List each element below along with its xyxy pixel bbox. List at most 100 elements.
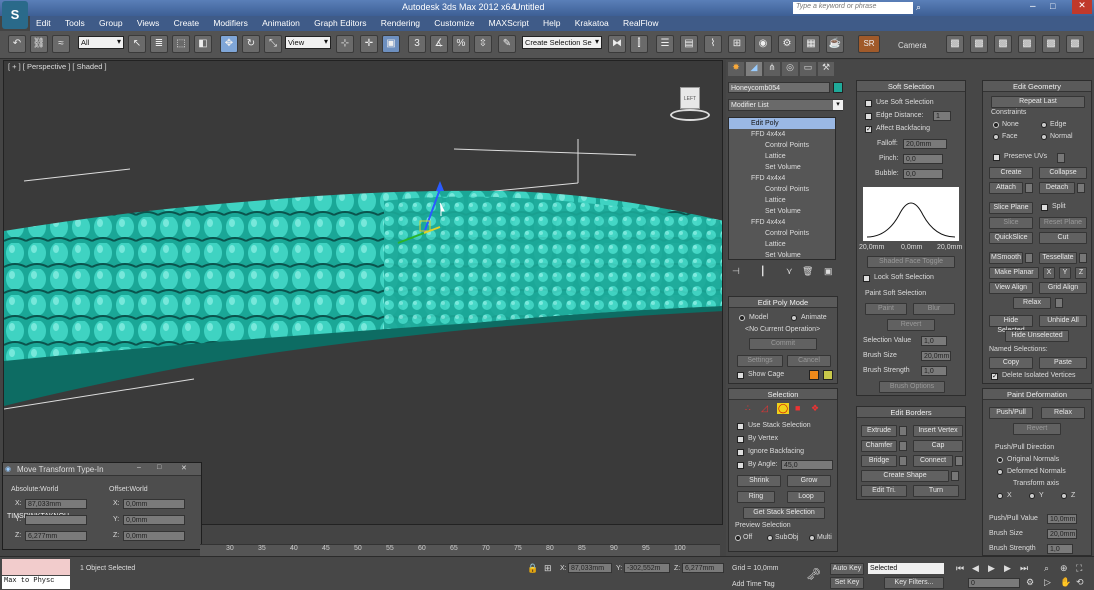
preserve-uvs-checkbox[interactable]: [993, 154, 1000, 161]
sr-button[interactable]: SR: [858, 35, 880, 53]
brush-strength-field[interactable]: 1,0: [921, 366, 947, 376]
menu-maxscript[interactable]: MAXScript: [483, 16, 535, 28]
copy-button[interactable]: Copy: [989, 357, 1033, 369]
render-production-icon[interactable]: ☕: [826, 35, 844, 53]
create-button[interactable]: Create: [989, 167, 1033, 179]
dialog-minimize-icon[interactable]: –: [137, 464, 141, 471]
ignore-backfacing-checkbox[interactable]: [737, 449, 744, 456]
view-cube-face[interactable]: LEFT: [680, 87, 700, 109]
msmooth-settings-icon[interactable]: [1025, 253, 1033, 263]
planar-z-button[interactable]: Z: [1075, 267, 1087, 279]
show-cage-checkbox[interactable]: [737, 372, 744, 379]
reset-plane-button[interactable]: Reset Plane: [1039, 217, 1087, 229]
shaded-face-toggle-button[interactable]: Shaded Face Toggle: [867, 256, 955, 268]
stack-item[interactable]: Set Volume: [729, 206, 835, 217]
curve-editor-icon[interactable]: ⌇: [704, 35, 722, 53]
dialog-close-icon[interactable]: ✕: [181, 464, 187, 472]
timeline-ruler[interactable]: 30 35 40 45 50 55 60 65 70 75 80 85 90 9…: [200, 544, 720, 556]
paint-brush-size-field[interactable]: 20,0mm: [1047, 529, 1077, 539]
menu-graph-editors[interactable]: Graph Editors: [308, 16, 372, 28]
paste-button[interactable]: Paste: [1039, 357, 1087, 369]
preview-multi-radio[interactable]: [809, 535, 815, 541]
coord-y-field[interactable]: -302,552m: [624, 563, 670, 573]
settings-button[interactable]: Settings: [737, 355, 783, 367]
window-crossing-icon[interactable]: ◧: [194, 35, 212, 53]
by-vertex-checkbox[interactable]: [737, 436, 744, 443]
original-normals-radio[interactable]: [997, 457, 1003, 463]
blur-button[interactable]: Blur: [913, 303, 955, 315]
get-stack-selection-button[interactable]: Get Stack Selection: [743, 507, 825, 519]
stack-item[interactable]: FFD 4x4x4: [729, 173, 835, 184]
stack-item[interactable]: Set Volume: [729, 250, 835, 259]
stack-item[interactable]: Control Points: [729, 184, 835, 195]
cage-color-swatch-2[interactable]: [823, 370, 833, 380]
next-frame-icon[interactable]: ▶: [1004, 563, 1011, 574]
current-frame-field[interactable]: 0: [968, 578, 1020, 588]
vertex-icon[interactable]: ∴: [745, 403, 751, 414]
pan-icon[interactable]: ✋: [1060, 577, 1071, 588]
lock-selection-icon[interactable]: 🔒: [527, 563, 538, 574]
tessellate-settings-icon[interactable]: [1079, 253, 1087, 263]
rollout-header[interactable]: Edit Geometry: [983, 81, 1091, 92]
camera-label[interactable]: Camera: [898, 41, 926, 50]
affect-backfacing-checkbox[interactable]: ✓: [865, 126, 872, 133]
paint-relax-button[interactable]: Relax: [1041, 407, 1085, 419]
menu-edit[interactable]: Edit: [30, 16, 57, 28]
animate-radio[interactable]: [791, 315, 797, 321]
dialog-maximize-icon[interactable]: □: [157, 464, 161, 471]
orbit-icon[interactable]: ⟲: [1076, 577, 1084, 588]
lock-soft-selection-checkbox[interactable]: [863, 275, 870, 282]
falloff-field[interactable]: 20,0mm: [903, 139, 947, 149]
viewport-label[interactable]: [ + ] [ Perspective ] [ Shaded ]: [8, 62, 107, 71]
create-shape-settings-icon[interactable]: [951, 471, 959, 481]
constraint-edge-radio[interactable]: [1041, 122, 1047, 128]
cage-color-swatch-1[interactable]: [809, 370, 819, 380]
minimize-icon[interactable]: –: [1030, 1, 1036, 12]
axis-z-radio[interactable]: [1061, 493, 1067, 499]
menu-views[interactable]: Views: [131, 16, 166, 28]
planar-y-button[interactable]: Y: [1059, 267, 1071, 279]
bubble-field[interactable]: 0,0: [903, 169, 943, 179]
relax-settings-icon[interactable]: [1055, 298, 1063, 308]
scale-icon[interactable]: ⤡: [264, 35, 282, 53]
material-editor-icon[interactable]: ◉: [754, 35, 772, 53]
edge-icon[interactable]: ◿: [761, 403, 768, 414]
rollout-header[interactable]: Paint Deformation: [983, 389, 1091, 400]
snaps-toggle-icon[interactable]: 3: [408, 35, 426, 53]
border-icon[interactable]: ◯: [777, 403, 790, 414]
zoom-icon[interactable]: ⌕: [1044, 563, 1049, 574]
edge-distance-checkbox[interactable]: [865, 113, 872, 120]
ring-button[interactable]: Ring: [737, 491, 775, 503]
stack-item[interactable]: FFD 4x4x4: [729, 129, 835, 140]
rollout-header[interactable]: Selection: [729, 389, 837, 400]
deformed-normals-radio[interactable]: [997, 469, 1003, 475]
search-icon[interactable]: ⌕: [916, 2, 921, 13]
edge-distance-field[interactable]: 1: [933, 111, 951, 121]
show-end-result-icon[interactable]: ┃: [760, 266, 765, 277]
preview-subobj-radio[interactable]: [767, 535, 773, 541]
stack-item[interactable]: Set Volume: [729, 162, 835, 173]
preserve-uvs-settings-icon[interactable]: [1057, 153, 1065, 163]
cap-button[interactable]: Cap: [913, 440, 963, 452]
axis-x-radio[interactable]: [997, 493, 1003, 499]
selection-value-field[interactable]: 1,0: [921, 336, 947, 346]
turn-button[interactable]: Turn: [913, 485, 959, 497]
menu-create[interactable]: Create: [168, 16, 206, 28]
use-stack-selection-checkbox[interactable]: [737, 423, 744, 430]
detach-button[interactable]: Detach: [1039, 182, 1075, 194]
off-x-field[interactable]: 0,0mm: [123, 499, 185, 509]
maxscript-listener-swatch[interactable]: [2, 559, 70, 575]
reference-coord-dropdown[interactable]: View: [285, 36, 331, 49]
menu-krakatoa[interactable]: Krakatoa: [569, 16, 615, 28]
menu-group[interactable]: Group: [93, 16, 129, 28]
pinch-field[interactable]: 0,0: [903, 154, 943, 164]
layer-manager-icon[interactable]: ☰: [656, 35, 674, 53]
split-checkbox[interactable]: [1041, 204, 1048, 211]
grid-align-button[interactable]: Grid Align: [1039, 282, 1087, 294]
paint-button[interactable]: Paint: [865, 303, 907, 315]
hierarchy-tab-icon[interactable]: ⋔: [764, 62, 780, 76]
unhide-all-button[interactable]: Unhide All: [1039, 315, 1087, 327]
make-unique-icon[interactable]: ⋎: [786, 266, 793, 277]
bind-space-warp-icon[interactable]: ≈: [52, 35, 70, 53]
menu-tools[interactable]: Tools: [59, 16, 91, 28]
